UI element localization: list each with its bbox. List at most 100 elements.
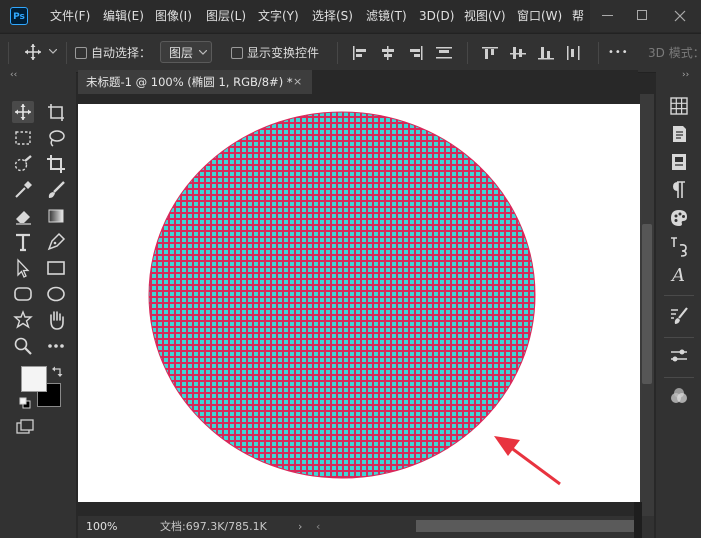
menu-view[interactable]: 视图(V): [464, 0, 506, 32]
default-colors-icon[interactable]: [19, 397, 31, 409]
align-bottom-edges-icon[interactable]: [538, 46, 554, 60]
path-select-icon: [17, 258, 30, 278]
menu-3d[interactable]: 3D(D): [419, 0, 454, 32]
collapse-dock-button[interactable]: ››: [682, 70, 689, 80]
properties-icon: [673, 126, 686, 142]
color-panel-button[interactable]: [668, 207, 690, 229]
dock-separator: [664, 295, 694, 296]
custom-shape-tool[interactable]: [12, 309, 34, 331]
adjustments-panel-button[interactable]: [668, 345, 690, 367]
rectangle-tool[interactable]: [45, 257, 67, 279]
paragraph-panel-button[interactable]: [668, 179, 690, 201]
window-minimize-button[interactable]: [590, 0, 624, 32]
zoom-level-field[interactable]: 100%: [86, 518, 117, 536]
menu-edit[interactable]: 编辑(E): [103, 0, 144, 32]
move-icon: [15, 104, 31, 120]
more-tools-button[interactable]: [45, 335, 67, 357]
photoshop-logo-icon: Ps: [10, 7, 28, 25]
rounded-rect-icon: [14, 287, 32, 301]
document-size-info: 文档:697.3K/785.1K: [160, 520, 267, 533]
3d-mode-label: 3D 模式：: [648, 46, 701, 60]
align-vertical-centers-icon[interactable]: [510, 46, 526, 60]
dock-separator: [664, 377, 694, 378]
color-palette-icon: [671, 210, 687, 226]
swatches-panel-button[interactable]: [668, 95, 690, 117]
character-panel-button[interactable]: [668, 235, 690, 257]
artboard-icon: [48, 104, 64, 121]
zoom-tool[interactable]: [12, 335, 34, 357]
menu-file[interactable]: 文件(F): [50, 0, 90, 32]
vertical-scrollbar-thumb[interactable]: [642, 224, 652, 384]
eyedropper-icon: [15, 181, 32, 198]
show-transform-checkbox[interactable]: [231, 47, 243, 59]
align-top-edges-icon[interactable]: [482, 46, 498, 60]
properties-panel-button[interactable]: [668, 123, 690, 145]
menu-help[interactable]: 帮: [572, 0, 584, 32]
auto-select-checkbox[interactable]: [75, 47, 87, 59]
foreground-color-swatch[interactable]: [21, 366, 47, 392]
eyedropper-tool[interactable]: [12, 179, 34, 201]
brush-settings-icon: [671, 307, 688, 324]
dock-separator: [664, 337, 694, 338]
quick-select-icon: [14, 155, 32, 172]
distribute-vertical-icon[interactable]: [566, 46, 582, 60]
move-tool-preset-icon[interactable]: [24, 43, 42, 61]
distribute-horizontal-icon[interactable]: [436, 46, 452, 60]
marquee-tool[interactable]: [12, 127, 34, 149]
glyphs-panel-button[interactable]: A: [668, 263, 690, 286]
vertical-scrollbar[interactable]: [640, 94, 654, 516]
artboard-tool[interactable]: [45, 101, 67, 123]
rounded-rectangle-tool[interactable]: [12, 283, 34, 305]
window-maximize-button[interactable]: [624, 0, 660, 32]
crop-tool[interactable]: [45, 153, 67, 175]
menu-layer[interactable]: 图层(L): [206, 0, 246, 32]
swap-colors-icon[interactable]: [52, 365, 64, 377]
quick-mask-icon[interactable]: [15, 419, 35, 437]
show-transform-label: 显示变换控件: [247, 46, 320, 60]
status-menu-chevron-icon[interactable]: ›: [298, 518, 302, 536]
hand-tool[interactable]: [45, 309, 67, 331]
path-select-tool[interactable]: [12, 257, 34, 279]
menu-image[interactable]: 图像(I): [155, 0, 192, 32]
more-options-button[interactable]: •••: [608, 43, 629, 63]
gradient-tool[interactable]: [45, 205, 67, 227]
horizontal-scrollbar-thumb[interactable]: [416, 520, 634, 532]
collapse-tools-button[interactable]: ‹‹: [10, 70, 17, 80]
menu-filter[interactable]: 滤镜(T): [366, 0, 407, 32]
lasso-icon: [49, 130, 65, 147]
pen-icon: [47, 232, 66, 251]
channels-panel-button[interactable]: [668, 385, 690, 407]
menu-window[interactable]: 窗口(W): [517, 0, 562, 32]
type-tool[interactable]: [12, 231, 34, 253]
hand-icon: [50, 311, 64, 330]
brush-settings-panel-button[interactable]: [668, 305, 690, 327]
libraries-icon: [672, 154, 686, 170]
custom-shape-icon: [13, 310, 33, 329]
dropdown-value: 图层: [169, 46, 194, 60]
brush-tool[interactable]: [45, 179, 67, 201]
brush-icon: [48, 181, 65, 198]
separator: [467, 42, 468, 64]
document-tab-bar: 未标题-1 @ 100% (椭圆 1, RGB/8#) * ×: [78, 70, 638, 94]
align-left-edges-icon[interactable]: [352, 46, 368, 60]
menu-select[interactable]: 选择(S): [312, 0, 353, 32]
window-close-button[interactable]: [660, 0, 701, 32]
eraser-tool[interactable]: [12, 205, 34, 227]
move-tool[interactable]: [12, 101, 34, 123]
pen-tool[interactable]: [45, 231, 67, 253]
lasso-tool[interactable]: [45, 127, 67, 149]
align-horizontal-centers-icon[interactable]: [380, 46, 396, 60]
auto-select-target-dropdown[interactable]: 图层: [160, 41, 212, 63]
menu-type[interactable]: 文字(Y): [258, 0, 299, 32]
chevron-down-icon[interactable]: [49, 49, 57, 55]
document-tab[interactable]: 未标题-1 @ 100% (椭圆 1, RGB/8#) * ×: [78, 70, 312, 94]
ellipse-shape[interactable]: [148, 111, 536, 479]
tab-close-icon[interactable]: ×: [293, 73, 302, 91]
libraries-panel-button[interactable]: [668, 151, 690, 173]
options-bar: 自动选择： 图层 显示变换控件 ••• 3D 模式：: [0, 33, 701, 73]
scroll-left-arrow-icon[interactable]: ‹: [316, 518, 320, 536]
ellipse-tool[interactable]: [45, 283, 67, 305]
document-canvas[interactable]: [78, 104, 640, 502]
align-right-edges-icon[interactable]: [408, 46, 424, 60]
quick-select-tool[interactable]: [12, 153, 34, 175]
